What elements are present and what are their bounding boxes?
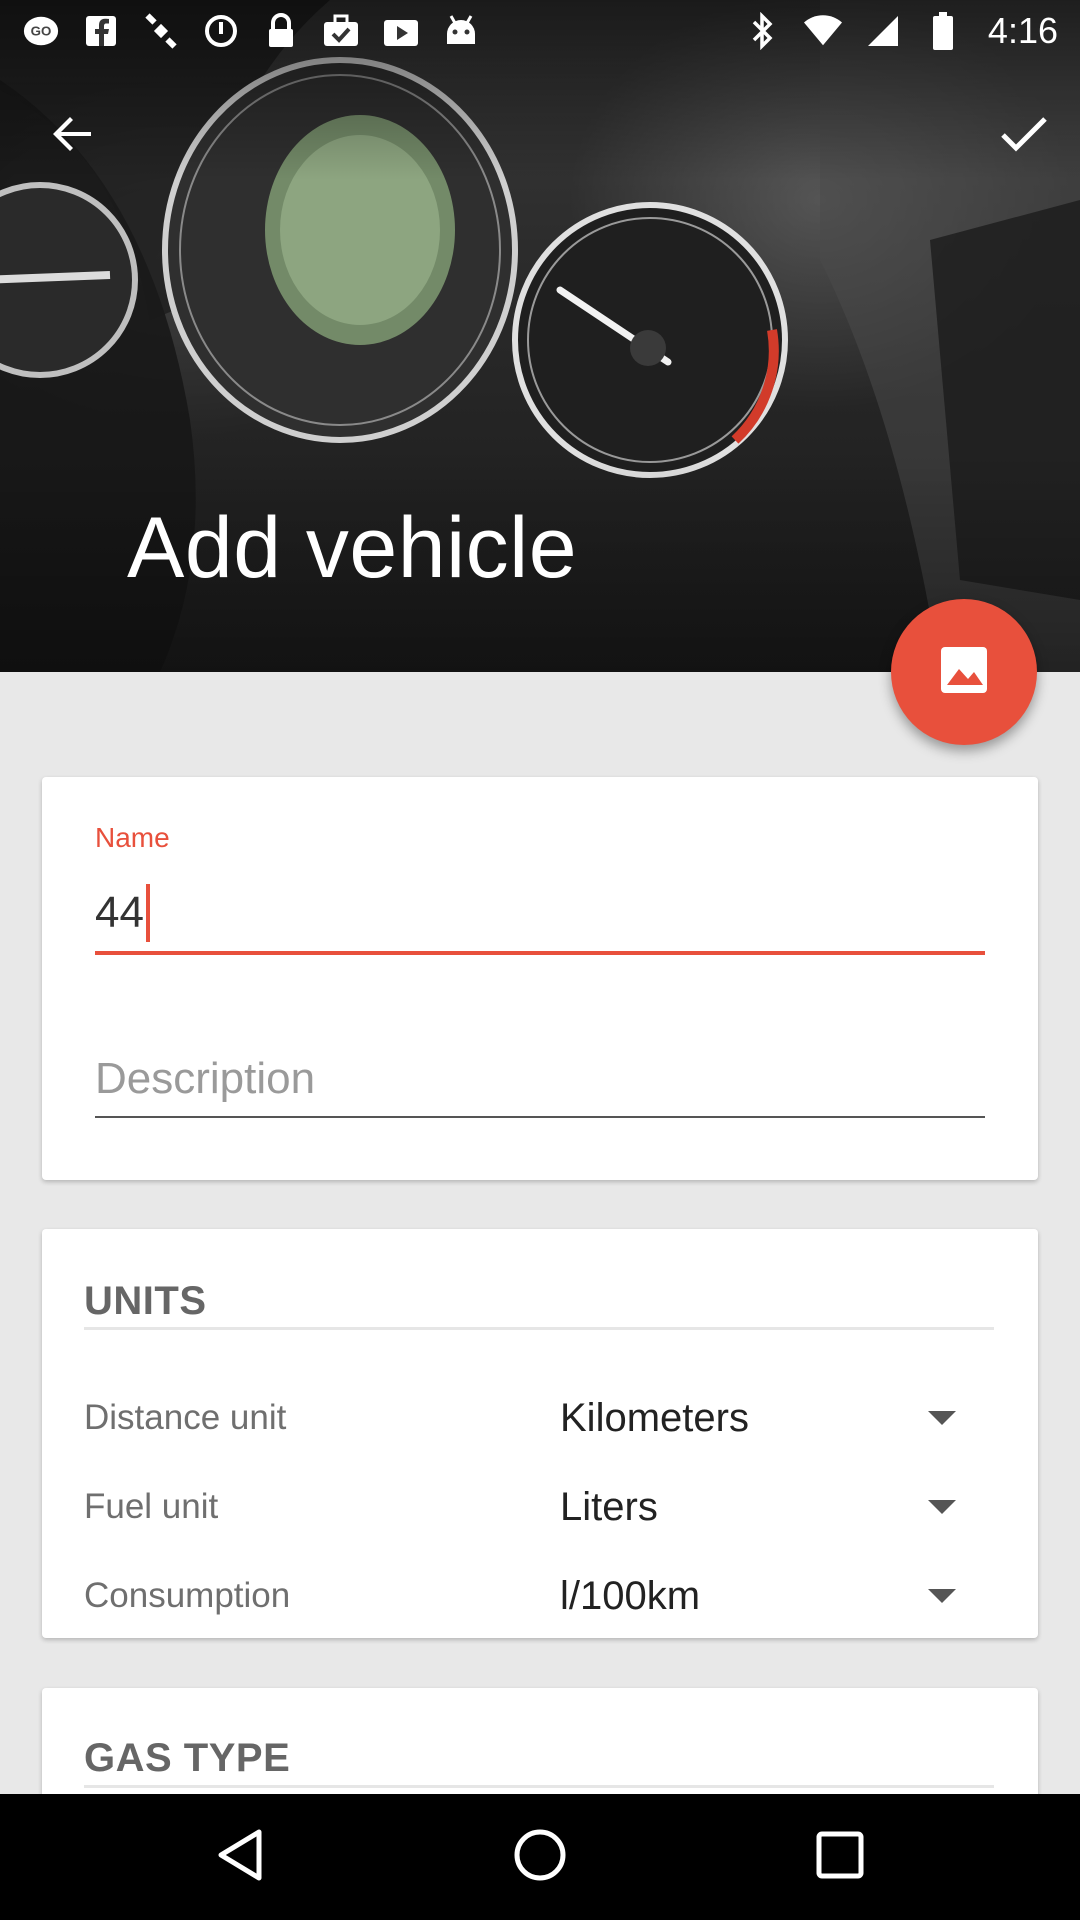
dropdown-arrow-icon <box>928 1411 956 1425</box>
gas-type-divider <box>84 1785 994 1788</box>
distance-unit-dropdown[interactable]: Kilometers <box>560 1396 994 1441</box>
units-section-title: UNITS <box>84 1279 207 1323</box>
system-navigation-bar <box>0 1794 1080 1920</box>
distance-unit-label: Distance unit <box>84 1398 287 1437</box>
fuel-unit-dropdown[interactable]: Liters <box>560 1485 994 1530</box>
briefcase-check-icon <box>322 12 360 50</box>
fuel-unit-label: Fuel unit <box>84 1487 219 1526</box>
back-triangle-icon <box>215 1828 265 1887</box>
change-image-button[interactable] <box>891 599 1037 745</box>
facebook-icon <box>82 12 120 50</box>
status-left-icons: GO <box>22 12 480 50</box>
add-vehicle-screen: GO 4:16 Add vehicle Name 44 Description … <box>0 0 1080 1920</box>
play-store-icon <box>382 12 420 50</box>
consumption-unit-row: Consumption l/100km <box>84 1561 994 1631</box>
page-title: Add vehicle <box>127 500 578 596</box>
text-cursor <box>145 884 150 942</box>
status-right-icons: 4:16 <box>744 10 1058 52</box>
dropdown-arrow-icon <box>928 1500 956 1514</box>
header-image: GO 4:16 Add vehicle <box>0 0 1080 672</box>
gas-type-section-title: GAS TYPE <box>84 1736 291 1780</box>
arrow-back-icon <box>51 112 95 161</box>
home-circle-icon <box>513 1828 567 1887</box>
fuel-unit-value: Liters <box>560 1484 658 1529</box>
status-time: 4:16 <box>987 10 1058 51</box>
name-label: Name <box>95 822 170 853</box>
check-icon <box>1000 114 1048 159</box>
description-input[interactable]: Description <box>95 1042 985 1118</box>
satellite-icon <box>142 12 180 50</box>
gas-type-card: GAS TYPE <box>42 1688 1038 1808</box>
battery-icon <box>924 12 962 50</box>
save-vehicle-button[interactable] <box>988 100 1060 172</box>
svg-text:GO: GO <box>31 24 52 39</box>
nav-recents-button[interactable] <box>790 1807 890 1907</box>
units-card: UNITS Distance unit Kilometers Fuel unit… <box>42 1229 1038 1638</box>
wifi-icon <box>803 12 842 50</box>
back-button[interactable] <box>37 100 109 172</box>
name-value: 44 <box>95 888 144 937</box>
recents-square-icon <box>815 1830 865 1885</box>
consumption-dropdown[interactable]: l/100km <box>560 1574 994 1619</box>
dropdown-arrow-icon <box>928 1589 956 1603</box>
lock-icon <box>262 12 300 50</box>
bluetooth-icon <box>744 12 782 50</box>
fuel-unit-row: Fuel unit Liters <box>84 1472 994 1542</box>
android-icon <box>442 12 480 50</box>
name-input[interactable]: 44 <box>95 875 985 955</box>
units-divider <box>84 1327 994 1330</box>
image-icon <box>939 645 989 700</box>
distance-unit-row: Distance unit Kilometers <box>84 1383 994 1453</box>
alarm-icon <box>202 12 240 50</box>
nav-home-button[interactable] <box>490 1807 590 1907</box>
description-placeholder: Description <box>95 1054 316 1103</box>
nav-back-button[interactable] <box>190 1807 290 1907</box>
cell-signal-icon <box>864 12 902 50</box>
status-bar: GO 4:16 <box>0 0 1080 62</box>
vehicle-info-card: Name 44 Description <box>42 777 1038 1180</box>
consumption-label: Consumption <box>84 1576 291 1615</box>
go-icon: GO <box>22 12 60 50</box>
distance-unit-value: Kilometers <box>560 1395 749 1440</box>
consumption-value: l/100km <box>560 1573 701 1618</box>
